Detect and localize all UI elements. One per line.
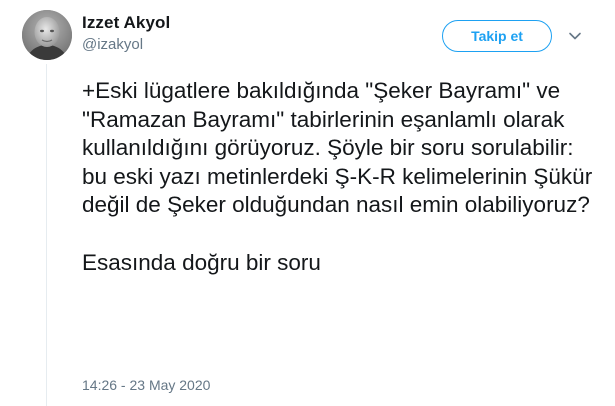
avatar-portrait (22, 10, 72, 60)
follow-button[interactable]: Takip et (442, 20, 552, 52)
user-info: Izzet Akyol @izakyol (82, 13, 170, 55)
tweet-paragraph: +Eski lügatlere bakıldığında "Şeker Bayr… (82, 78, 593, 218)
tweet-card: Izzet Akyol @izakyol Takip et +Eski lüga… (0, 0, 615, 406)
avatar[interactable] (22, 10, 72, 60)
tweet-paragraph: Esasında doğru bir soru (82, 249, 321, 275)
timestamp[interactable]: 14:26 - 23 May 2020 (82, 376, 210, 394)
user-handle[interactable]: @izakyol (82, 35, 170, 55)
chevron-down-icon[interactable] (567, 28, 583, 44)
display-name[interactable]: Izzet Akyol (82, 13, 170, 33)
tweet-text: +Eski lügatlere bakıldığında "Şeker Bayr… (82, 77, 602, 277)
divider (46, 64, 47, 406)
